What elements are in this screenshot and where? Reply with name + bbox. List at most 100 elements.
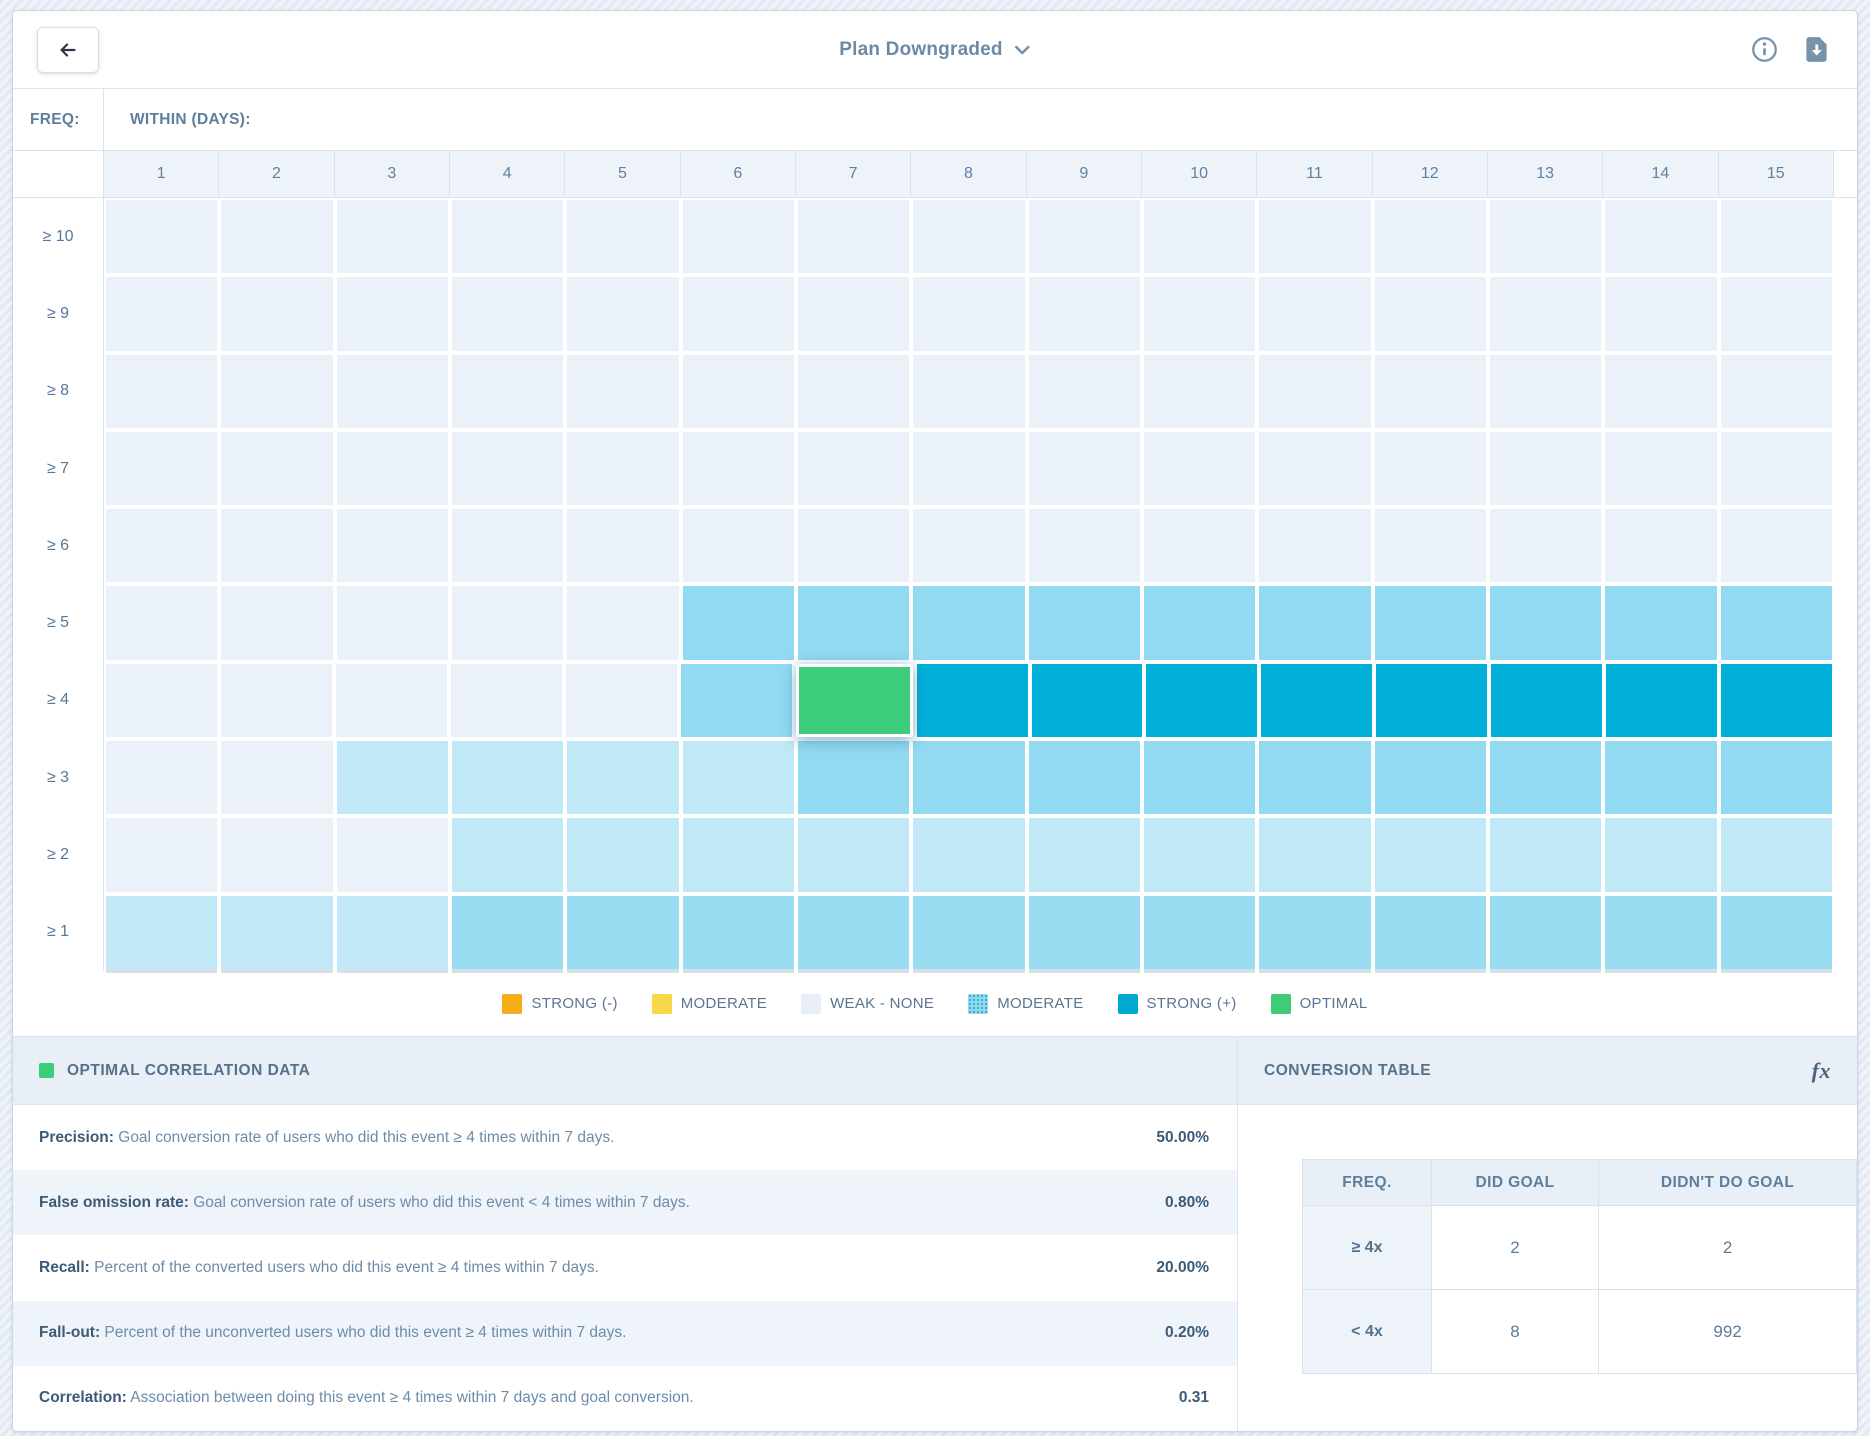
heatmap-cell[interactable] [913,277,1024,350]
heatmap-cell[interactable] [452,509,563,582]
heatmap-cell[interactable] [1144,432,1255,505]
heatmap-cell[interactable] [1605,741,1716,814]
heatmap-cell[interactable] [1605,355,1716,428]
heatmap-cell[interactable] [913,432,1024,505]
heatmap-cell[interactable] [683,200,794,273]
heatmap-cell[interactable] [1375,432,1486,505]
heatmap-cell[interactable] [798,509,909,582]
heatmap-cell[interactable] [566,664,677,737]
heatmap-cell[interactable] [452,355,563,428]
heatmap-cell[interactable] [798,355,909,428]
heatmap-cell[interactable] [1375,509,1486,582]
heatmap-cell[interactable] [567,277,678,350]
heatmap-cell[interactable] [798,896,909,969]
heatmap-cell[interactable] [1029,355,1140,428]
heatmap-cell[interactable] [1144,200,1255,273]
event-title-dropdown[interactable]: Plan Downgraded [839,39,1030,61]
heatmap-cell[interactable] [1605,818,1716,891]
heatmap-cell[interactable] [1259,896,1370,969]
heatmap-cell[interactable] [1029,277,1140,350]
heatmap-cell[interactable] [1375,586,1486,659]
heatmap-cell[interactable] [1490,355,1601,428]
heatmap-cell[interactable] [1144,586,1255,659]
heatmap-cell[interactable] [1605,432,1716,505]
heatmap-cell[interactable] [106,432,217,505]
heatmap-cell[interactable] [1721,896,1832,969]
heatmap-cell[interactable] [1259,818,1370,891]
heatmap-cell[interactable] [221,355,332,428]
heatmap-cell[interactable] [337,818,448,891]
heatmap-cell[interactable] [1490,818,1601,891]
heatmap-cell[interactable] [452,432,563,505]
heatmap-cell[interactable] [913,741,1024,814]
heatmap-cell[interactable] [1605,509,1716,582]
heatmap-cell[interactable] [1029,818,1140,891]
heatmap-cell[interactable] [913,896,1024,969]
heatmap-cell[interactable] [106,586,217,659]
heatmap-cell[interactable] [106,741,217,814]
heatmap-cell[interactable] [1144,896,1255,969]
heatmap-cell[interactable] [913,586,1024,659]
heatmap-cell[interactable] [798,586,909,659]
heatmap-cell[interactable] [452,586,563,659]
download-icon[interactable] [1804,36,1829,63]
heatmap-cell[interactable] [567,200,678,273]
heatmap-cell[interactable] [1029,509,1140,582]
heatmap-cell[interactable] [913,355,1024,428]
heatmap-cell[interactable] [106,355,217,428]
heatmap-cell[interactable] [567,818,678,891]
heatmap-cell[interactable] [106,818,217,891]
heatmap-cell[interactable] [452,896,563,969]
heatmap-cell[interactable] [1144,277,1255,350]
heatmap-cell[interactable] [221,432,332,505]
heatmap-cell[interactable] [337,509,448,582]
heatmap-cell[interactable] [1029,741,1140,814]
heatmap-cell[interactable] [337,896,448,969]
heatmap-cell[interactable] [1261,664,1372,737]
heatmap-cell[interactable] [452,200,563,273]
heatmap-cell[interactable] [1144,355,1255,428]
heatmap-cell[interactable] [1259,586,1370,659]
heatmap-cell[interactable] [683,509,794,582]
heatmap-cell[interactable] [1721,277,1832,350]
heatmap-cell[interactable] [106,896,217,969]
heatmap-cell[interactable] [1259,509,1370,582]
heatmap-cell[interactable] [1490,586,1601,659]
heatmap-cell[interactable] [452,277,563,350]
heatmap-cell[interactable] [337,432,448,505]
heatmap-cell[interactable] [567,896,678,969]
heatmap-cell[interactable] [106,277,217,350]
heatmap-cell[interactable] [1144,509,1255,582]
heatmap-cell[interactable] [1721,818,1832,891]
heatmap-cell[interactable] [1376,664,1487,737]
heatmap-cell[interactable] [683,586,794,659]
heatmap-cell[interactable] [567,509,678,582]
heatmap-cell[interactable] [1375,741,1486,814]
heatmap-cell[interactable] [337,277,448,350]
heatmap-cell[interactable] [1605,200,1716,273]
back-button[interactable] [37,27,99,73]
heatmap-cell[interactable] [683,355,794,428]
heatmap-cell[interactable] [683,432,794,505]
heatmap-cell[interactable] [1259,355,1370,428]
heatmap-cell[interactable] [1606,664,1717,737]
heatmap-cell[interactable] [106,509,217,582]
heatmap-cell[interactable] [798,432,909,505]
heatmap-cell[interactable] [1490,509,1601,582]
heatmap-cell[interactable] [1146,664,1257,737]
heatmap-cell[interactable] [1721,509,1832,582]
heatmap-cell[interactable] [1259,741,1370,814]
heatmap-cell[interactable] [221,818,332,891]
heatmap-cell[interactable] [1259,200,1370,273]
heatmap-cell[interactable] [336,664,447,737]
heatmap-cell[interactable] [1490,200,1601,273]
heatmap-cell[interactable] [1490,896,1601,969]
heatmap-cell[interactable] [1491,664,1602,737]
heatmap-cell[interactable] [1029,432,1140,505]
fx-icon[interactable]: fx [1812,1058,1831,1084]
heatmap-cell[interactable] [451,664,562,737]
heatmap-cell[interactable] [1375,277,1486,350]
heatmap-cell[interactable] [1144,741,1255,814]
heatmap-cell[interactable] [1490,432,1601,505]
heatmap-cell[interactable] [917,664,1028,737]
